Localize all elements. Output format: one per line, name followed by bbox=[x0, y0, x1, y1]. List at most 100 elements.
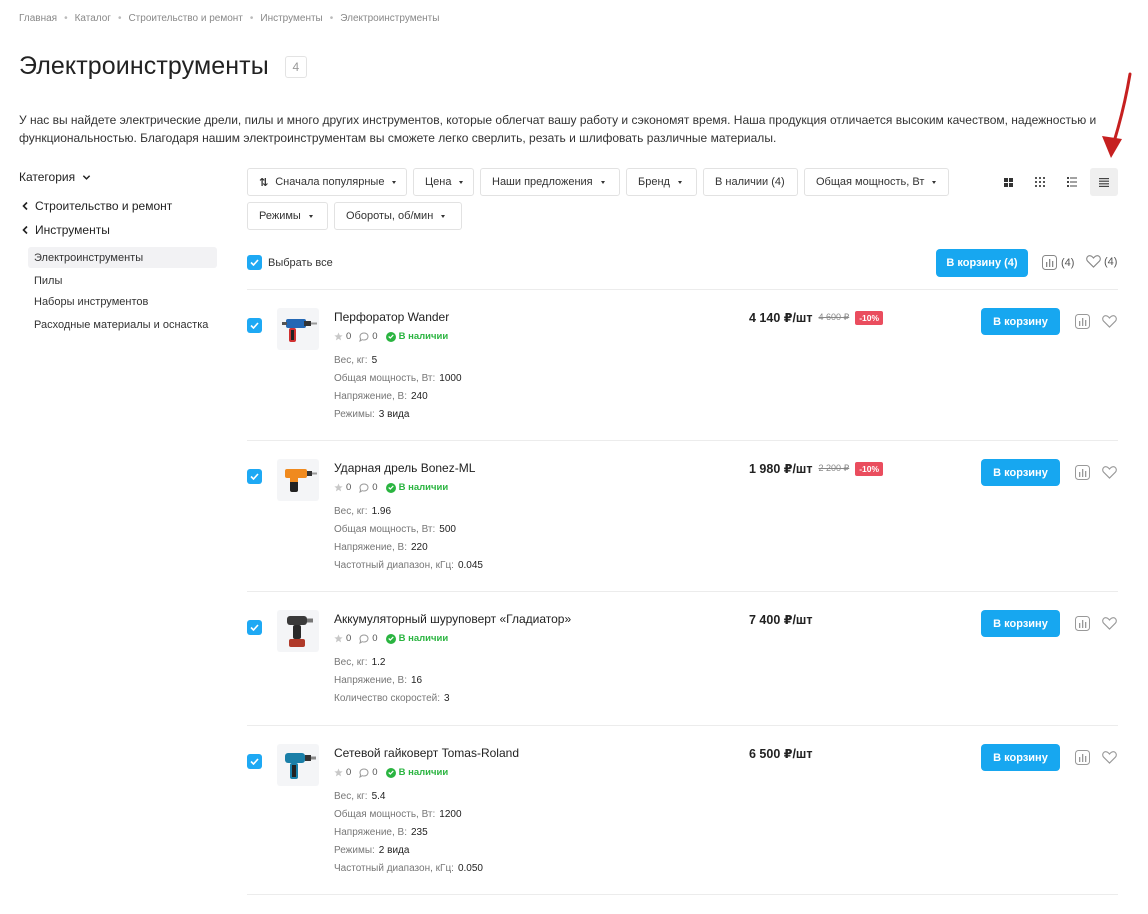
heart-icon[interactable] bbox=[1102, 466, 1117, 479]
product-name[interactable]: Аккумуляторный шуруповерт «Гладиатор» bbox=[334, 612, 571, 626]
add-to-cart-button[interactable]: В корзину bbox=[981, 744, 1060, 771]
property-key: Вес, кг: bbox=[334, 506, 368, 517]
heart-icon[interactable] bbox=[1102, 315, 1117, 328]
product-checkbox[interactable] bbox=[247, 469, 262, 484]
product-name[interactable]: Перфоратор Wander bbox=[334, 310, 449, 324]
compare-icon[interactable] bbox=[1075, 616, 1090, 631]
filter-power[interactable]: Общая мощность, Вт bbox=[804, 168, 949, 196]
check-circle-icon bbox=[385, 482, 396, 493]
breadcrumb: Главная • Каталог • Строительство и ремо… bbox=[19, 13, 439, 24]
property-key: Общая мощность, Вт: bbox=[334, 524, 436, 535]
compare-icon[interactable] bbox=[1075, 465, 1090, 480]
comment-icon bbox=[359, 767, 369, 778]
reviews[interactable]: 0 bbox=[359, 331, 378, 342]
rating: 0 bbox=[334, 767, 351, 778]
product-image[interactable] bbox=[277, 610, 319, 652]
breadcrumb-construction[interactable]: Строительство и ремонт bbox=[128, 13, 242, 24]
reviews[interactable]: 0 bbox=[359, 633, 378, 644]
page-header: Электроинструменты 4 bbox=[19, 52, 307, 81]
view-list-compact-button[interactable] bbox=[1090, 168, 1118, 196]
product-checkbox[interactable] bbox=[247, 620, 262, 635]
product-property: Напряжение, В: 240 bbox=[334, 391, 428, 402]
property-key: Частотный диапазон, кГц: bbox=[334, 560, 454, 571]
compare-icon[interactable] bbox=[1075, 750, 1090, 765]
product-image[interactable] bbox=[277, 459, 319, 501]
checkmark-icon bbox=[250, 259, 259, 266]
sidebar-parent-label: Строительство и ремонт bbox=[35, 199, 173, 213]
sidebar-item-consumables[interactable]: Расходные материалы и оснастка bbox=[28, 314, 217, 335]
favorite-all-button[interactable]: (4) bbox=[1086, 255, 1117, 268]
category-toggle[interactable]: Категория bbox=[19, 170, 219, 184]
add-to-cart-button[interactable]: В корзину bbox=[981, 610, 1060, 637]
view-list-detailed-button[interactable] bbox=[1058, 168, 1086, 196]
product-property: Вес, кг: 5 bbox=[334, 355, 377, 366]
sidebar-item-saws[interactable]: Пилы bbox=[28, 270, 217, 291]
add-to-cart-button[interactable]: В корзину bbox=[981, 459, 1060, 486]
heart-icon[interactable] bbox=[1102, 751, 1117, 764]
product-card: Перфоратор Wander 0 0 В наличии Вес, кг:… bbox=[247, 290, 1118, 440]
grid-large-icon bbox=[1003, 177, 1013, 187]
product-image[interactable] bbox=[277, 744, 319, 786]
filter-brand[interactable]: Бренд bbox=[626, 168, 697, 196]
sidebar-item-power-tools[interactable]: Электроинструменты bbox=[28, 247, 217, 268]
product-name[interactable]: Ударная дрель Bonez-ML bbox=[334, 461, 475, 475]
breadcrumb-home[interactable]: Главная bbox=[19, 13, 57, 24]
product-checkbox[interactable] bbox=[247, 318, 262, 333]
caret-down-icon bbox=[392, 180, 397, 184]
sidebar-item-tool-sets[interactable]: Наборы инструментов bbox=[28, 291, 217, 312]
product-count-badge: 4 bbox=[284, 55, 307, 78]
property-value: 500 bbox=[439, 524, 456, 535]
reviews-count: 0 bbox=[372, 633, 378, 644]
check-circle-icon bbox=[385, 767, 396, 778]
filter-in-stock[interactable]: В наличии (4) bbox=[703, 168, 798, 196]
add-to-cart-button[interactable]: В корзину bbox=[981, 308, 1060, 335]
filter-offers[interactable]: Наши предложения bbox=[480, 168, 620, 196]
heart-icon[interactable] bbox=[1102, 617, 1117, 630]
property-value: 235 bbox=[411, 827, 428, 838]
sort-icon: ⇅ bbox=[259, 176, 268, 189]
product-card: Ударная дрель Bonez-ML 0 0 В наличии Вес… bbox=[247, 441, 1118, 591]
view-grid-small-button[interactable] bbox=[1026, 168, 1054, 196]
sidebar-parent-label: Инструменты bbox=[35, 223, 110, 237]
product-image[interactable] bbox=[277, 308, 319, 350]
rating: 0 bbox=[334, 633, 351, 644]
reviews[interactable]: 0 bbox=[359, 767, 378, 778]
property-value: 1.2 bbox=[371, 657, 386, 668]
product-property: Общая мощность, Вт: 1200 bbox=[334, 809, 462, 820]
sidebar-parent-construction[interactable]: Строительство и ремонт bbox=[21, 199, 172, 213]
view-grid-large-button[interactable] bbox=[994, 168, 1022, 196]
breadcrumb-separator: • bbox=[329, 13, 334, 24]
filter-price[interactable]: Цена bbox=[413, 168, 474, 196]
breadcrumb-tools[interactable]: Инструменты bbox=[260, 13, 322, 24]
product-checkbox[interactable] bbox=[247, 754, 262, 769]
chevron-left-icon bbox=[22, 225, 28, 235]
property-key: Напряжение, В: bbox=[334, 391, 407, 402]
filter-rpm[interactable]: Обороты, об/мин bbox=[334, 202, 462, 230]
stock-status: В наличии bbox=[385, 482, 448, 493]
compare-all-button[interactable]: (4) bbox=[1042, 255, 1074, 270]
stock-label: В наличии bbox=[398, 633, 449, 644]
caret-down-icon bbox=[677, 180, 682, 184]
filter-label: Общая мощность, Вт bbox=[816, 176, 925, 188]
reviews[interactable]: 0 bbox=[359, 482, 378, 493]
breadcrumb-catalog[interactable]: Каталог bbox=[75, 13, 111, 24]
property-key: Общая мощность, Вт: bbox=[334, 373, 436, 384]
category-description: У нас вы найдете электрические дрели, пи… bbox=[19, 113, 1097, 145]
product-price: 1 980 ₽/шт 2 200 ₽ -10% bbox=[749, 461, 884, 476]
add-all-to-cart-button[interactable]: В корзину (4) bbox=[936, 249, 1028, 277]
property-key: Напряжение, В: bbox=[334, 827, 407, 838]
filter-modes[interactable]: Режимы bbox=[247, 202, 328, 230]
caret-down-icon bbox=[600, 180, 605, 184]
breadcrumb-separator: • bbox=[117, 13, 122, 24]
price-current: 4 140 ₽/шт bbox=[749, 311, 813, 325]
stock-status: В наличии bbox=[385, 331, 448, 342]
grid-small-icon bbox=[1035, 177, 1045, 187]
sidebar-parent-tools[interactable]: Инструменты bbox=[21, 223, 110, 237]
select-all-checkbox[interactable] bbox=[247, 255, 262, 270]
select-all[interactable]: Выбрать все bbox=[247, 255, 333, 270]
product-name[interactable]: Сетевой гайковерт Tomas-Roland bbox=[334, 746, 519, 760]
compare-icon[interactable] bbox=[1075, 314, 1090, 329]
sort-dropdown[interactable]: ⇅ Сначала популярные bbox=[247, 168, 407, 196]
reviews-count: 0 bbox=[372, 767, 378, 778]
product-property: Частотный диапазон, кГц: 0.045 bbox=[334, 560, 483, 571]
